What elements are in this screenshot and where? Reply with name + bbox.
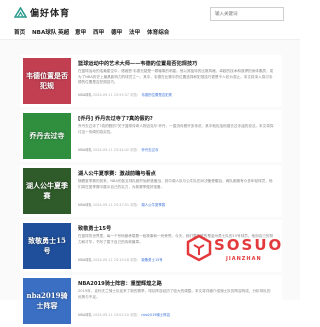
article-date: 2024-09-11 23:02:10 [93,313,130,317]
article-meta: NBA球队 2024-09-11 23:02:10 浏览： nba2019骑士阵… [78,312,274,317]
article-summary: 在篮球运动的浩瀚星空中，德维恩·韦德无疑是一颗璀璨的明星。他以其独特的比赛风格、… [78,69,274,84]
nav-item-serie-a[interactable]: 意甲 [75,28,86,36]
article-author[interactable]: NBA球队 [78,93,92,97]
article-card[interactable]: 湖人公牛夏季赛 湖人公牛夏季赛：激战前瞻与看点 随着夏季赛的到来，NBA的各支球… [20,165,282,217]
article-date: 2024-09-11 23:44:42 [93,148,130,152]
article-meta: NBA球队 2024-09-11 23:37:51 浏览： 湖人公牛夏季赛 [78,202,274,207]
site-logo-icon[interactable] [14,7,27,18]
article-views: 浏览： [130,203,141,207]
article-tag[interactable]: 致敬勇士15号 [141,258,162,262]
article-tag[interactable]: 韦德的位置是否犯规 [141,93,172,97]
article-author[interactable]: NBA球队 [78,203,92,207]
article-summary: 在篮球的世界里，每一个号码都承载着一段故事和一份荣誉。今天，我们要致敬的是金州勇… [78,234,274,244]
article-card[interactable]: 乔丹去过寺 [乔丹] 乔丹去过寺了?真的假的? 乔丹去过寺了?真的假的?关于篮球… [20,110,282,162]
thumbnail-caption: 致敬勇士15号 [28,236,66,255]
article-summary: 2019年，克利夫兰骑士队迎来了新的赛季，球队阵容经历了较大的调整。本文将详细介… [78,289,271,299]
article-card[interactable]: 韦德位置是否犯规 篮球运动中的艺术大师——韦德的位置是否犯规技巧 在篮球运动的浩… [20,55,282,107]
article-tag[interactable]: nba2019骑士阵容 [141,313,170,317]
article-card[interactable]: 致敬勇士15号 致敬勇士15号 在篮球的世界里，每一个号码都承载着一段故事和一份… [20,220,282,272]
article-title[interactable]: 致敬勇士15号 [78,225,274,232]
article-author[interactable]: NBA球队 [78,258,92,262]
thumbnail-caption: 乔丹去过寺 [29,131,65,140]
thumbnail-caption: 韦德位置是否犯规 [26,71,68,90]
search-input[interactable] [210,7,284,21]
thumbnail-caption: 湖人公牛夏季赛 [26,181,68,200]
site-title[interactable]: 偏好体育 [30,6,70,19]
nav-item-bundesliga[interactable]: 德甲 [111,28,122,36]
article-thumbnail[interactable]: 致敬勇士15号 [23,223,71,269]
article-date: 2024-09-11 23:55:37 [93,93,130,97]
article-thumbnail[interactable]: 乔丹去过寺 [23,113,71,159]
article-author[interactable]: NBA球队 [78,148,92,152]
article-author[interactable]: NBA球队 [78,313,92,317]
article-date: 2024-09-11 23:19:18 [93,258,130,262]
main-nav: 首页 NBA球队 英超 意甲 西甲 德甲 法甲 体育综合 [0,26,300,40]
article-thumbnail[interactable]: 韦德位置是否犯规 [23,58,71,104]
nav-item-premier-league[interactable]: 英超 [58,28,69,36]
article-card[interactable]: nba2019骑士阵容 NBA2019骑士阵容：重塑辉煌之路 2019年，克利夫… [20,275,282,327]
article-date: 2024-09-11 23:37:51 [93,203,130,207]
article-meta: NBA球队 2024-09-11 23:44:42 浏览： 乔丹去过寺 [78,147,274,152]
nav-item-home[interactable]: 首页 [14,28,25,36]
article-views: 浏览： [130,148,141,152]
thumbnail-caption: nba2019骑士阵容 [26,291,68,310]
article-meta: NBA球队 2024-09-11 23:55:37 浏览： 韦德的位置是否犯规 [78,92,274,97]
article-tag[interactable]: 湖人公牛夏季赛 [141,203,165,207]
nav-item-la-liga[interactable]: 西甲 [93,28,104,36]
article-views: 浏览： [130,93,141,97]
article-title[interactable]: [乔丹] 乔丹去过寺了?真的假的? [78,115,274,122]
nav-item-nba[interactable]: NBA球队 [32,28,56,36]
article-thumbnail[interactable]: nba2019骑士阵容 [23,278,71,324]
article-summary: 乔丹去过寺了?真的假的?关于篮球传奇人物迈克尔·乔丹，一直流传着许多传说，其中就… [78,124,274,134]
article-views: 浏览： [130,258,141,262]
article-title[interactable]: NBA2019骑士阵容：重塑辉煌之路 [78,280,274,287]
article-views: 浏览： [130,313,141,317]
nav-item-sports-general[interactable]: 体育综合 [147,28,169,36]
article-meta: NBA球队 2024-09-11 23:19:18 浏览： 致敬勇士15号 [78,257,274,262]
article-summary: 随着夏季赛的到来，NBA的各支球队都开始积极备战，其中湖人队与公牛队的对决备受瞩… [78,179,273,189]
nav-item-ligue-1[interactable]: 法甲 [129,28,140,36]
article-title[interactable]: 篮球运动中的艺术大师——韦德的位置是否犯规技巧 [78,60,274,67]
article-title[interactable]: 湖人公牛夏季赛：激战前瞻与看点 [78,170,274,177]
article-thumbnail[interactable]: 湖人公牛夏季赛 [23,168,71,214]
article-list: 韦德位置是否犯规 篮球运动中的艺术大师——韦德的位置是否犯规技巧 在篮球运动的浩… [0,40,300,327]
article-tag[interactable]: 乔丹去过寺 [141,148,158,152]
site-header: 偏好体育 [0,0,300,26]
